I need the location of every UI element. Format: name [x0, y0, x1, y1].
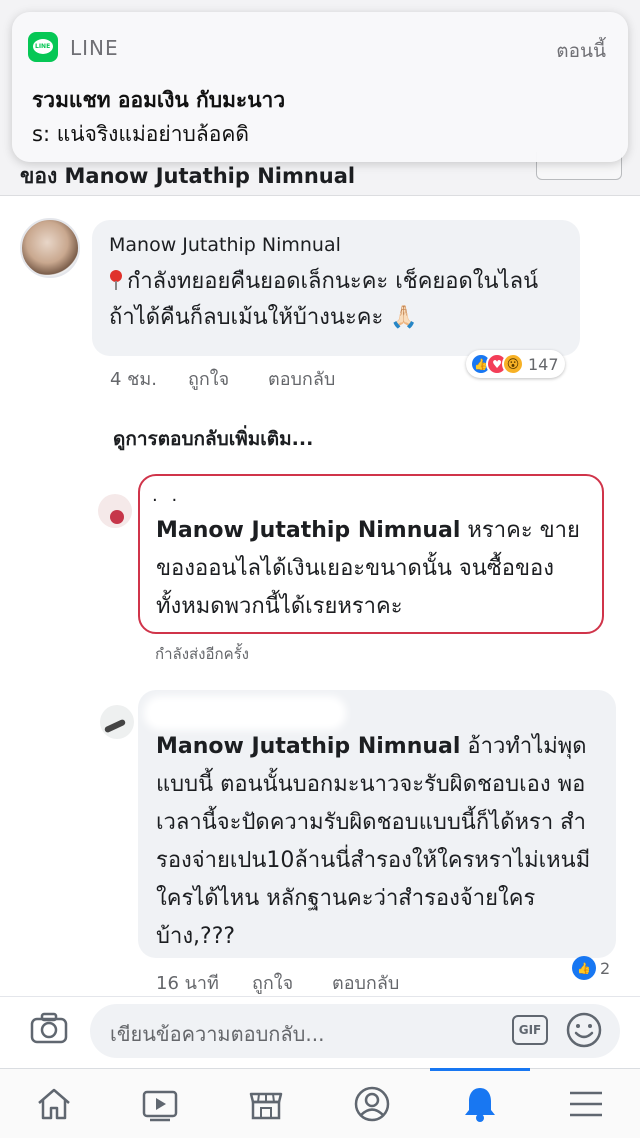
reply-reactions[interactable]: 👍 2 [572, 956, 610, 980]
reply-text: Manow Jutathip Nimnual อ้าวทำไม่พุดแบบนี… [156, 734, 591, 949]
line-notification[interactable]: LINE LINE ตอนนี้ รวมแชท ออมเงิน กับมะนาว… [12, 12, 628, 162]
reply-text: Manow Jutathip Nimnual หราคะ ขายของออนไล… [156, 518, 580, 619]
reply-avatar[interactable] [98, 494, 132, 528]
notification-body: s: แน่จริงแม่อย่าบล้อคดิ [32, 122, 250, 146]
mention-tag: Manow Jutathip Nimnual [156, 518, 461, 543]
reply-author: · · [152, 490, 182, 511]
reply-time: 16 นาที [156, 973, 219, 994]
reply-input-placeholder: เขียนข้อความตอบกลับ... [110, 1022, 325, 1046]
gif-button[interactable]: GIF [512, 1015, 548, 1045]
like-reaction-icon: 👍 [572, 956, 596, 980]
profile-icon[interactable] [352, 1084, 392, 1124]
comment-bubble: Manow Jutathip Nimnual กำลังทยอยคืนยอดเล… [92, 220, 580, 356]
comment-author[interactable]: Manow Jutathip Nimnual [109, 234, 341, 256]
commenter-avatar[interactable] [20, 218, 80, 278]
reply-bubble-failed[interactable]: Manow Jutathip Nimnual หราคะ ขายของออนไล… [138, 474, 604, 634]
menu-icon[interactable] [566, 1084, 606, 1124]
comment-reply-button[interactable]: ตอบกลับ [268, 364, 335, 393]
camera-icon[interactable] [30, 1012, 68, 1044]
comment-time: 4 ชม. [110, 369, 157, 390]
reply-bubble: Manow Jutathip Nimnual อ้าวทำไม่พุดแบบนี… [138, 690, 616, 958]
home-icon[interactable] [34, 1084, 74, 1124]
notification-app-name: LINE [70, 36, 119, 60]
notification-title: รวมแชท ออมเงิน กับมะนาว [32, 88, 286, 112]
mention-tag: Manow Jutathip Nimnual [156, 734, 461, 759]
active-tab-indicator [430, 1068, 530, 1071]
notifications-icon[interactable] [460, 1084, 500, 1124]
view-more-replies-link[interactable]: ดูการตอบกลับเพิ่มเติม... [113, 424, 313, 454]
reply-reply-button[interactable]: ตอบกลับ [332, 968, 399, 997]
reaction-count: 2 [600, 958, 611, 978]
bottom-navigation [0, 1068, 640, 1138]
reaction-count: 147 [528, 354, 559, 374]
resend-status: กำลังส่งอีกครั้ง [155, 645, 250, 663]
notification-time: ตอนนี้ [556, 40, 606, 62]
pin-icon [109, 270, 123, 290]
wow-reaction-icon: 😮 [502, 353, 524, 375]
comment-like-button[interactable]: ถูกใจ [188, 364, 229, 393]
reply-like-button[interactable]: ถูกใจ [252, 968, 293, 997]
watch-icon[interactable] [140, 1084, 180, 1124]
page-title: ของ Manow Jutathip Nimnual [20, 164, 356, 188]
reply-avatar[interactable] [100, 705, 134, 739]
comment-text: กำลังทยอยคืนยอดเล็กนะคะ เช็คยอดในไลน์ ถ้… [109, 269, 539, 330]
marketplace-icon[interactable] [246, 1084, 286, 1124]
redacted-author-name [150, 702, 340, 724]
comment-reactions[interactable]: 👍 ♥ 😮 147 [466, 350, 565, 378]
emoji-icon[interactable] [566, 1012, 602, 1048]
line-app-icon: LINE [28, 32, 58, 62]
